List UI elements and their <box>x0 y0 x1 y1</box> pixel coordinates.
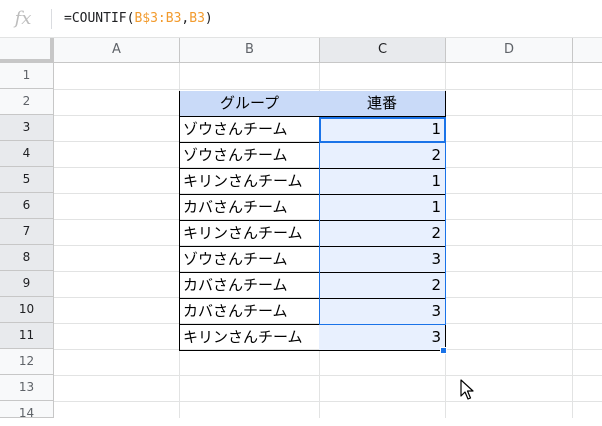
group-cell[interactable]: ゾウさんチーム <box>179 247 320 273</box>
fx-icon: fx <box>14 8 32 29</box>
group-cell[interactable]: キリンさんチーム <box>179 169 320 195</box>
number-cell[interactable]: 2 <box>319 143 446 169</box>
number-cell[interactable]: 3 <box>319 325 446 351</box>
row-header-4[interactable]: 4 <box>0 141 54 167</box>
number-cell[interactable]: 2 <box>319 221 446 247</box>
formula-range-ref: B$3:B3 <box>134 11 182 26</box>
row-header-11[interactable]: 11 <box>0 323 54 349</box>
formula-input[interactable]: =COUNTIF(B$3:B3,B3) <box>64 9 213 29</box>
column-header-b[interactable]: B <box>180 38 320 63</box>
row-header-10[interactable]: 10 <box>0 297 54 323</box>
header-cell-number[interactable]: 連番 <box>319 91 446 117</box>
number-cell[interactable]: 1 <box>319 117 446 143</box>
header-cell-group[interactable]: グループ <box>179 91 320 117</box>
select-all-corner[interactable] <box>0 38 54 63</box>
group-cell[interactable]: カバさんチーム <box>179 273 320 299</box>
formula-prefix: =COUNTIF( <box>64 11 135 26</box>
group-cell[interactable]: ゾウさんチーム <box>179 117 320 143</box>
row-header-9[interactable]: 9 <box>0 271 54 297</box>
group-cell[interactable]: キリンさんチーム <box>179 221 320 247</box>
fill-handle[interactable] <box>440 347 447 354</box>
number-cell[interactable]: 3 <box>319 299 446 325</box>
group-cell[interactable]: キリンさんチーム <box>179 325 320 351</box>
row-header-8[interactable]: 8 <box>0 245 54 271</box>
row-header-7[interactable]: 7 <box>0 219 54 245</box>
formula-bar-divider <box>51 9 52 29</box>
column-header-e[interactable] <box>573 38 602 63</box>
group-cell[interactable]: カバさんチーム <box>179 299 320 325</box>
group-cell[interactable]: ゾウさんチーム <box>179 143 320 169</box>
number-cell[interactable]: 1 <box>319 195 446 221</box>
row-header-2[interactable]: 2 <box>0 89 54 115</box>
formula-cell-ref: B3 <box>189 11 205 26</box>
column-header-a[interactable]: A <box>54 38 180 63</box>
formula-suffix: ) <box>204 11 213 26</box>
mouse-pointer-icon <box>460 379 474 400</box>
number-cell[interactable]: 1 <box>319 169 446 195</box>
row-header-6[interactable]: 6 <box>0 193 54 219</box>
number-cell[interactable]: 3 <box>319 247 446 273</box>
row-header-5[interactable]: 5 <box>0 167 54 193</box>
row-header-13[interactable]: 13 <box>0 375 54 401</box>
number-cell[interactable]: 2 <box>319 273 446 299</box>
row-header-3[interactable]: 3 <box>0 115 54 141</box>
spreadsheet-grid[interactable]: A B C D 1 2 3 4 5 6 7 8 9 10 11 12 13 14… <box>0 38 602 420</box>
column-header-c[interactable]: C <box>320 38 446 63</box>
group-cell[interactable]: カバさんチーム <box>179 195 320 221</box>
formula-bar: fx =COUNTIF(B$3:B3,B3) <box>0 0 602 38</box>
row-header-14[interactable]: 14 <box>0 401 54 420</box>
column-header-d[interactable]: D <box>446 38 573 63</box>
row-header-1[interactable]: 1 <box>0 63 54 89</box>
row-header-12[interactable]: 12 <box>0 349 54 375</box>
